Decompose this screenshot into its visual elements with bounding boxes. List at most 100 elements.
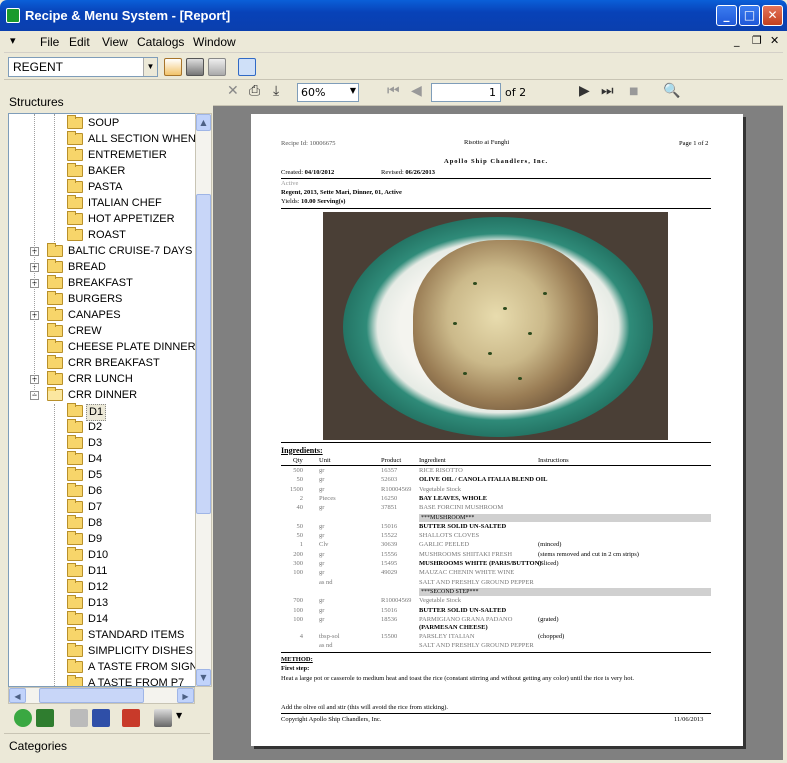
chevron-down-icon[interactable]: ▼	[143, 58, 157, 76]
next-page-icon[interactable]: ▶	[579, 83, 590, 99]
tree-node[interactable]: D6	[9, 483, 195, 500]
tree-node[interactable]: CREW	[9, 323, 195, 340]
zoom-chevron-icon[interactable]: ▼	[350, 86, 356, 95]
tree-node[interactable]: ITALIAN CHEF	[9, 195, 195, 212]
print-dropdown-icon[interactable]: ▼	[176, 711, 182, 720]
scroll-thumb[interactable]	[196, 194, 211, 514]
stop-icon[interactable]: ■	[629, 86, 638, 97]
tree-node[interactable]: CHEESE PLATE DINNER	[9, 339, 195, 356]
structures-tree[interactable]: SOUP ALL SECTION WHEN I ENTREMETIER BAKER PA…	[8, 113, 195, 687]
scroll-up-button[interactable]: ▲	[196, 114, 211, 131]
tree-node[interactable]: D14	[9, 611, 195, 628]
tree-node[interactable]: D1	[9, 403, 195, 421]
layout-toggle-icon[interactable]	[238, 58, 256, 76]
tree-node[interactable]: + CRR LUNCH	[9, 371, 195, 388]
zoom-select[interactable]: 60% ▼	[297, 83, 359, 102]
prev-page-icon[interactable]: ◀	[411, 83, 422, 99]
tree-vertical-scrollbar[interactable]: ▲ ▼	[195, 113, 212, 687]
ingredient-product-cell: 15016	[381, 522, 398, 530]
tree-node[interactable]: SIMPLICITY DISHES	[9, 643, 195, 660]
scroll-right-button[interactable]: ▶	[177, 688, 194, 703]
footer-copyright: Copyright Apollo Ship Chandlers, Inc.	[281, 716, 382, 723]
page-number-input[interactable]: 1	[431, 83, 501, 102]
doc-menu-icon[interactable]: ▾	[10, 34, 16, 47]
ingredient-qty-cell: 200	[293, 550, 303, 558]
first-page-icon[interactable]: ⏮	[387, 83, 400, 99]
tree-node[interactable]: SOUP	[9, 115, 195, 132]
tree-node-label: STANDARD ITEMS	[88, 629, 185, 641]
export-icon[interactable]: ⤓	[273, 83, 279, 99]
print-report-icon[interactable]: ⎙	[249, 83, 260, 99]
move-node-icon[interactable]	[92, 709, 110, 727]
tree-node[interactable]: D9	[9, 531, 195, 548]
tree-node[interactable]: + BREAD	[9, 259, 195, 276]
tree-horizontal-scrollbar[interactable]: ◀ ▶	[8, 687, 195, 704]
last-page-icon[interactable]: ⏭	[601, 83, 614, 99]
mdi-close-icon[interactable]: ✕	[770, 34, 779, 47]
tree-node[interactable]: D11	[9, 563, 195, 580]
tree-node[interactable]: PASTA	[9, 179, 195, 196]
tree-node[interactable]: D13	[9, 595, 195, 612]
mdi-restore-icon[interactable]: ❐	[752, 34, 762, 47]
tree-node[interactable]: HOT APPETIZER	[9, 211, 195, 228]
delete-node-icon[interactable]	[122, 709, 140, 727]
tree-node[interactable]: D7	[9, 499, 195, 516]
tree-node[interactable]: ALL SECTION WHEN I	[9, 131, 195, 148]
mdi-minimize-icon[interactable]: _	[734, 34, 740, 47]
scroll-left-button[interactable]: ◀	[9, 688, 26, 703]
tree-node[interactable]: D4	[9, 451, 195, 468]
find-binoculars-icon[interactable]: 🔍	[663, 83, 680, 99]
tree-node[interactable]: CRR BREAKFAST	[9, 355, 195, 372]
add-node-icon[interactable]	[36, 709, 54, 727]
menu-catalogs[interactable]: Catalogs	[137, 35, 184, 49]
refresh-icon[interactable]	[14, 709, 32, 727]
ingredient-qty-cell: 2	[299, 494, 303, 502]
menu-window[interactable]: Window	[193, 35, 236, 49]
move-down-icon[interactable]	[70, 709, 88, 727]
print-tree-icon[interactable]	[154, 709, 172, 727]
close-button[interactable]: ✕	[762, 5, 783, 26]
tree-node[interactable]: + CANAPES	[9, 307, 195, 324]
tree-node[interactable]: D10	[9, 547, 195, 564]
close-report-icon[interactable]: ✕	[227, 83, 239, 99]
tree-node[interactable]: ENTREMETIER	[9, 147, 195, 164]
tree-node[interactable]: D2	[9, 419, 195, 436]
ingredient-product-cell: R10004569	[381, 597, 412, 605]
ingredient-ingredient-cell: OLIVE OIL / CANOLA ITALIA BLEND OIL	[419, 476, 548, 484]
hscroll-thumb[interactable]	[39, 688, 144, 703]
preview-icon[interactable]	[208, 58, 226, 76]
tree-node[interactable]: D8	[9, 515, 195, 532]
tree-node-label: CANAPES	[68, 309, 121, 321]
recipe-id: 10006675	[309, 140, 336, 147]
tree-node[interactable]: D3	[9, 435, 195, 452]
open-folder-icon[interactable]	[164, 58, 182, 76]
section-header: ***SECOND STEP***	[419, 587, 711, 596]
tree-node[interactable]: BAKER	[9, 163, 195, 180]
tree-node-label: CHEESE PLATE DINNER	[68, 341, 195, 353]
tree-node[interactable]: BURGERS	[9, 291, 195, 308]
categories-bar[interactable]: Categories	[4, 733, 210, 759]
tree-node[interactable]: + BALTIC CRUISE-7 DAYS (	[9, 243, 195, 260]
minimize-button[interactable]: _	[716, 5, 737, 26]
tree-node[interactable]: D5	[9, 467, 195, 484]
ingredient-unit-cell: gr	[319, 467, 325, 474]
print-icon[interactable]	[186, 58, 204, 76]
tree-node[interactable]: STANDARD ITEMS	[9, 627, 195, 644]
menu-view[interactable]: View	[102, 35, 128, 49]
tree-node[interactable]: A TASTE FROM SIGN	[9, 659, 195, 676]
menu-edit[interactable]: Edit	[69, 35, 90, 49]
zoom-value: 60%	[301, 86, 326, 99]
ingredient-instr-cell: (stems removed and cut in 2 cm strips)	[538, 550, 639, 558]
tree-node[interactable]: − CRR DINNER	[9, 387, 195, 404]
maximize-button[interactable]: □	[739, 5, 760, 26]
location-combo[interactable]: REGENT ▼	[8, 57, 158, 77]
tree-node[interactable]: A TASTE FROM P7	[9, 675, 195, 686]
tree-node[interactable]: ROAST	[9, 227, 195, 244]
scroll-down-button[interactable]: ▼	[196, 669, 211, 686]
menu-file[interactable]: File	[40, 35, 59, 49]
tree-node[interactable]: D12	[9, 579, 195, 596]
folder-icon	[67, 131, 83, 145]
tree-node-label: D12	[88, 581, 109, 593]
ingredient-product-cell: 15556	[381, 550, 398, 558]
tree-node[interactable]: + BREAKFAST	[9, 275, 195, 292]
